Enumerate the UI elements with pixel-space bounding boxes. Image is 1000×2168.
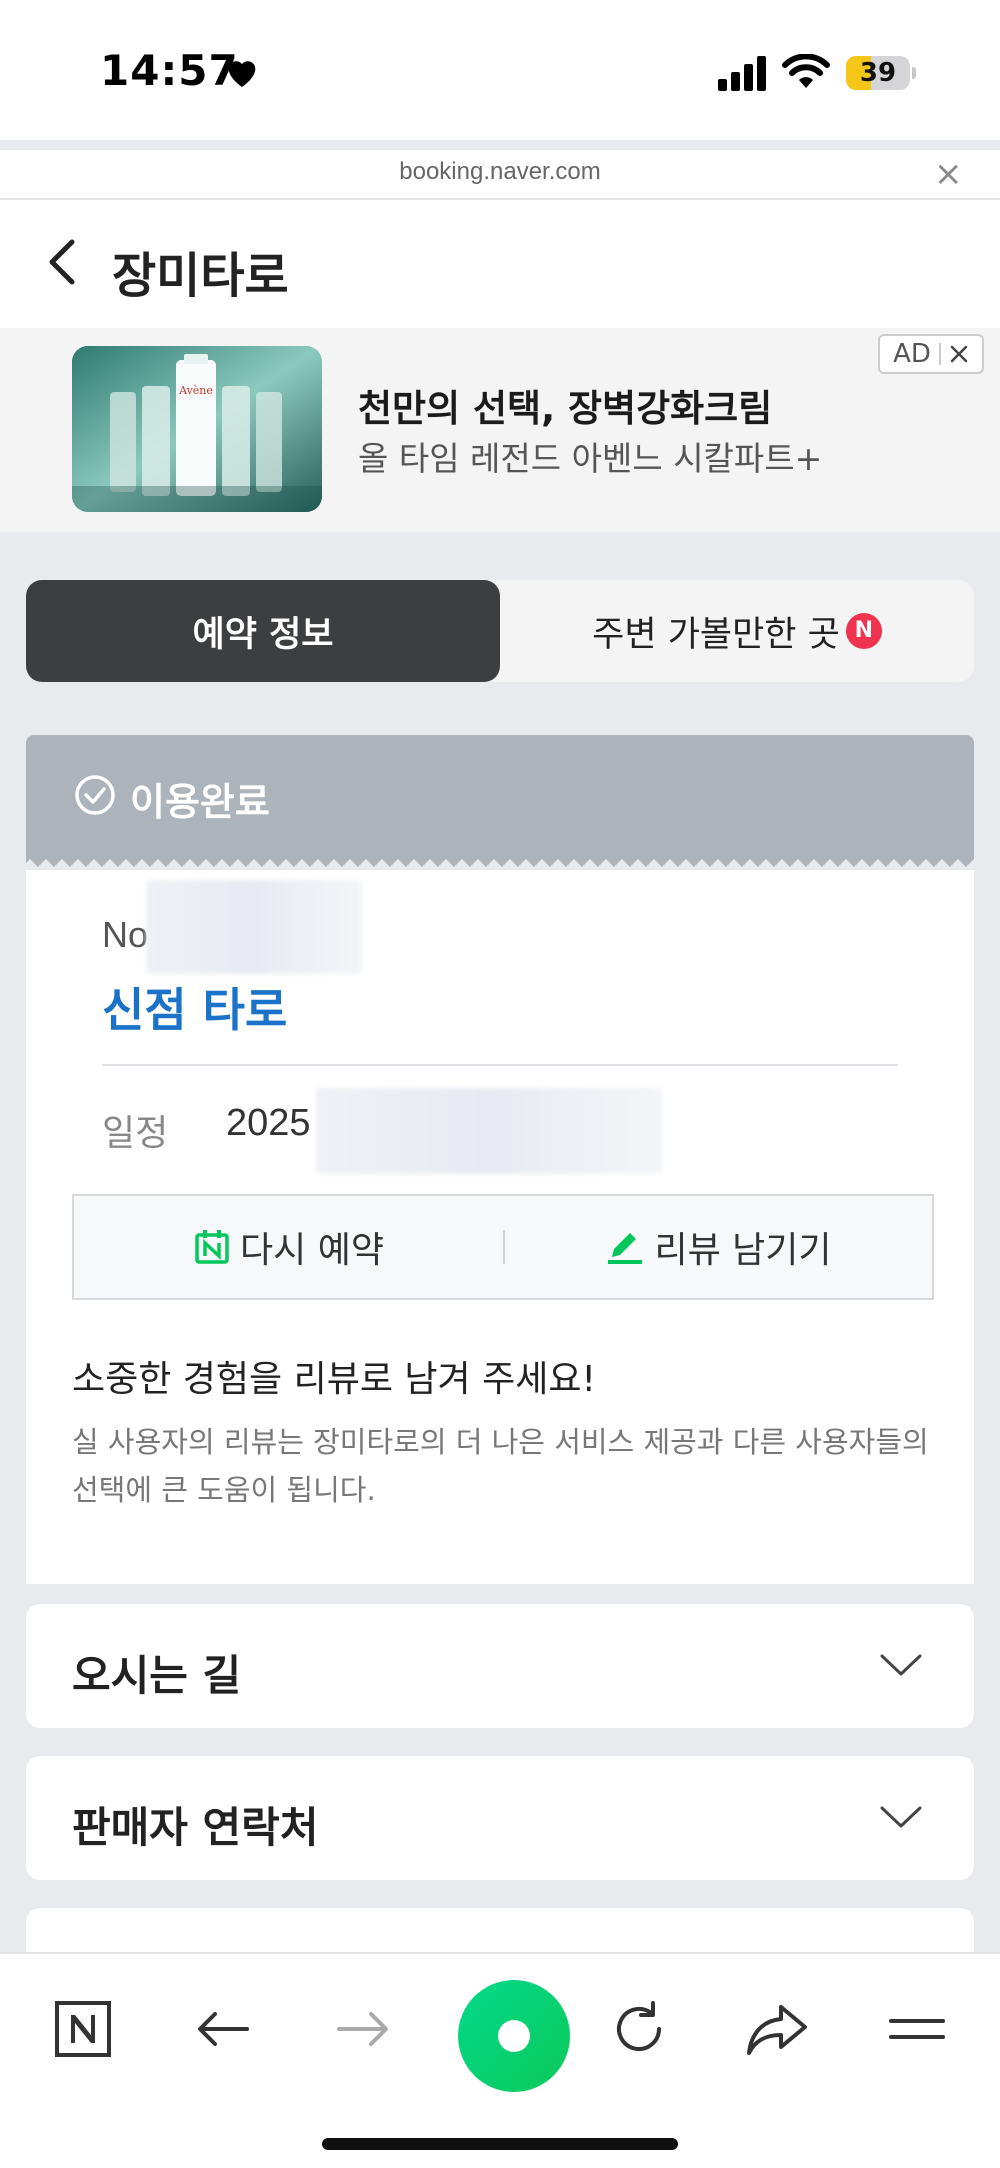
section-seller-contact[interactable]: 판매자 연락처 <box>26 1756 974 1880</box>
divider <box>938 343 941 365</box>
status-bar: 14:57 39 <box>0 0 1000 140</box>
close-icon[interactable] <box>949 344 969 364</box>
tab-nearby-places[interactable]: 주변 가볼만한 곳 N <box>500 580 974 682</box>
naver-home-button[interactable] <box>48 1994 118 2064</box>
url-text: booking.naver.com <box>399 158 601 185</box>
browser-bottom-bar <box>0 1952 1000 2168</box>
booking-card: No. 신점 타로 일정 2025 다시 예약 리뷰 남기기 소중한 경험을 리… <box>26 870 974 1584</box>
tab-bar: 예약 정보 주변 가볼만한 곳 N <box>26 580 974 682</box>
menu-button[interactable] <box>882 1994 952 2064</box>
review-prompt-description: 실 사용자의 리뷰는 장미타로의 더 나은 서비스 제공과 다른 사용자들의 선… <box>72 1425 929 1507</box>
status-time: 14:57 <box>100 46 239 95</box>
booking-actions: 다시 예약 리뷰 남기기 <box>72 1194 934 1300</box>
pencil-icon <box>608 1233 643 1264</box>
divider <box>102 1064 898 1066</box>
refresh-button[interactable] <box>604 1994 674 2064</box>
page-title: 장미타로 <box>112 248 289 304</box>
cream-tubes-illustration: Avène <box>72 346 322 512</box>
redacted-booking-number <box>146 880 362 974</box>
back-chevron-icon[interactable] <box>36 230 92 294</box>
section-title: 판매자 연락처 <box>72 1803 319 1852</box>
booking-status: 이용완료 <box>130 780 270 824</box>
redacted-date <box>316 1088 662 1174</box>
product-name[interactable]: 신점 타로 <box>102 974 287 1040</box>
date-label: 일정 <box>102 1113 169 1154</box>
ad-banner[interactable]: Avène 천만의 선택, 장벽강화크림 올 타임 레전드 아벤느 시칼파트+ … <box>0 328 1000 532</box>
section-title: 오시는 길 <box>72 1651 242 1700</box>
tab-label: 주변 가볼만한 곳 <box>592 614 840 655</box>
ad-close-button[interactable]: AD <box>878 334 984 374</box>
forward-arrow-icon <box>337 2012 388 2046</box>
booking-status-banner: 이용완료 <box>26 735 974 853</box>
section-directions[interactable]: 오시는 길 <box>26 1604 974 1728</box>
wifi-icon <box>782 54 830 88</box>
cellular-signal-icon <box>718 56 766 91</box>
green-dot-button[interactable] <box>456 1978 572 2094</box>
back-arrow-icon <box>198 2012 249 2046</box>
review-label: 리뷰 남기기 <box>654 1230 832 1271</box>
rebook-button[interactable]: 다시 예약 <box>74 1196 504 1298</box>
write-review-button[interactable]: 리뷰 남기기 <box>504 1196 934 1298</box>
battery-icon: 39 <box>846 56 916 90</box>
battery-level: 39 <box>859 58 897 88</box>
refresh-icon <box>617 2001 661 2051</box>
naver-home-icon <box>55 2001 111 2057</box>
check-circle-icon <box>75 775 115 815</box>
ad-subtext[interactable]: 올 타임 레전드 아벤느 시칼파트+ <box>358 432 822 480</box>
rebook-label: 다시 예약 <box>240 1230 384 1271</box>
close-page-button[interactable]: × <box>934 154 963 194</box>
heart-icon <box>228 61 256 87</box>
chevron-down-icon <box>880 1654 922 1676</box>
tab-booking-info[interactable]: 예약 정보 <box>26 580 500 682</box>
ad-label: AD <box>893 339 931 369</box>
share-button[interactable] <box>742 1994 812 2064</box>
page-header: 장미타로 <box>0 200 1000 328</box>
menu-icon <box>889 2019 945 2039</box>
tab-label: 예약 정보 <box>192 614 334 655</box>
forward-button[interactable] <box>328 1994 398 2064</box>
date-value: 2025 <box>226 1102 311 1144</box>
naver-calendar-icon <box>195 1230 229 1264</box>
ad-headline[interactable]: 천만의 선택, 장벽강화크림 <box>358 378 772 432</box>
url-bar: booking.naver.com × <box>0 150 1000 198</box>
new-badge: N <box>845 613 882 649</box>
back-button[interactable] <box>188 1994 258 2064</box>
home-indicator <box>322 2138 678 2150</box>
ad-product-image[interactable]: Avène <box>72 346 322 512</box>
share-icon <box>747 2005 807 2055</box>
green-dot-icon <box>458 1980 570 2092</box>
review-prompt-title: 소중한 경험을 리뷰로 남겨 주세요! <box>72 1359 596 1400</box>
chevron-down-icon <box>880 1806 922 1828</box>
ad-brand-text: Avène <box>178 384 213 397</box>
